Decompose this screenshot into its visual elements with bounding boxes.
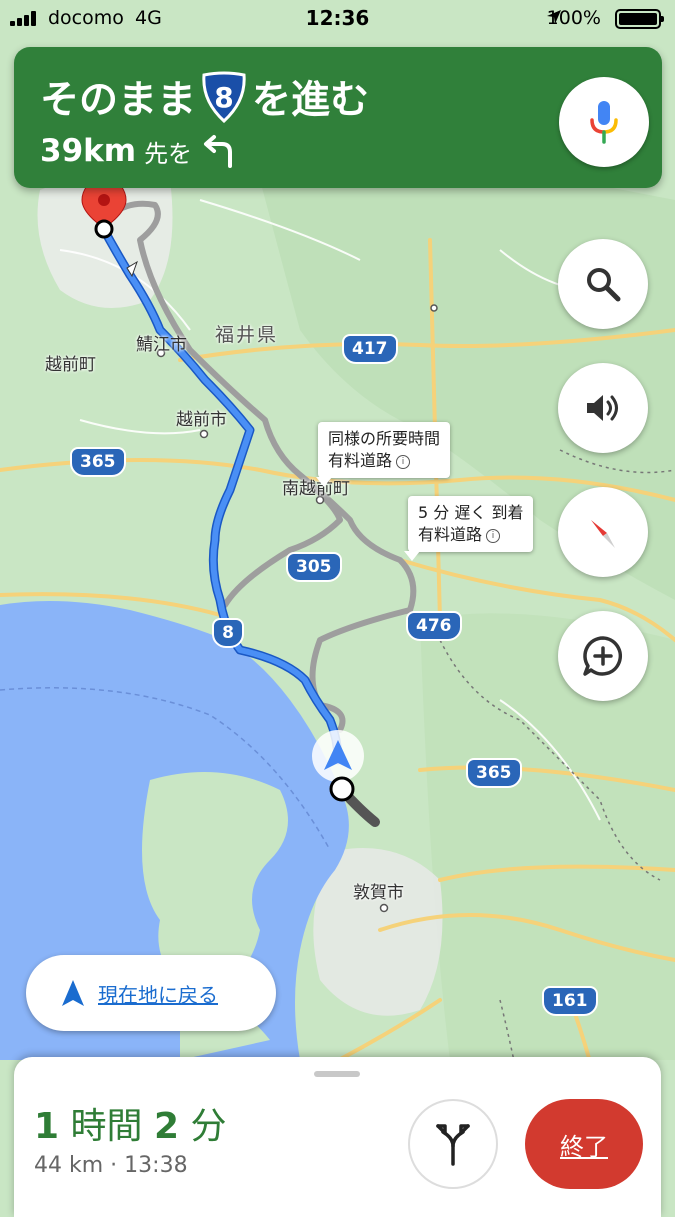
map-label-echizen-shi: 越前市 [176,410,227,430]
arrival-time: 13:38 [124,1153,188,1178]
route-8-shield-icon: 8 [200,71,248,123]
compass-button[interactable] [558,487,648,577]
search-icon [587,268,621,302]
compass-icon [591,520,615,548]
battery-percent: 100% [546,7,601,29]
trip-details: 44 km · 13:38 [34,1153,188,1178]
exit-navigation-button[interactable]: 終了 [525,1099,643,1189]
instruction-suffix: を進む [252,78,370,123]
instruction-prefix: そのまま [40,78,197,123]
route-shield-305: 305 [286,552,342,582]
map-label-prefecture: 福井県 [215,324,279,346]
route-shield-476: 476 [406,611,462,641]
add-report-button[interactable] [558,611,648,701]
sound-toggle-button[interactable] [558,363,648,453]
alt-route-1-time: 同様の所要時間 [328,429,441,448]
drag-handle[interactable] [314,1071,360,1077]
minutes-unit: 分 [190,1106,227,1147]
remaining-time: 1 時間 2 分 [34,1097,227,1149]
navigation-arrow-icon [62,980,84,1006]
alt-route-1-toll: 有料道路 [328,451,393,470]
search-along-route-button[interactable] [558,239,648,329]
alt-route-callout-2[interactable]: 5 分 遅く 到着 有料道路 i [404,496,534,561]
remaining-hours: 1 [34,1106,60,1147]
alt-route-2-time: 5 分 遅く 到着 [418,503,524,522]
route-shield-161: 161 [542,986,598,1016]
route-shield-417: 417 [342,334,398,364]
recenter-button[interactable]: 現在地に戻る [26,955,276,1031]
remaining-distance: 44 km [34,1153,104,1178]
trip-summary-sheet[interactable]: 1 時間 2 分 44 km · 13:38 終了 [14,1057,661,1217]
add-report-icon [583,636,623,676]
next-turn-distance: 39km [40,133,137,169]
remaining-minutes: 2 [153,1106,180,1147]
route-shield-8: 8 [212,618,244,648]
alternate-routes-button[interactable] [408,1099,498,1189]
route-8-shield-number: 8 [214,81,233,114]
route-shield-365: 365 [70,447,126,477]
map-label-tsuruga: 敦賀市 [353,883,404,903]
microphone-icon [590,101,618,144]
voice-search-button[interactable] [559,77,649,167]
separator-dot: · [110,1153,118,1178]
alt-route-callout-1[interactable]: 同様の所要時間 有料道路 i [316,422,451,487]
map-label-echizen-cho: 越前町 [45,355,96,375]
map-label-sabae: 鯖江市 [136,335,187,355]
next-turn-distance-suffix: 先を [144,139,193,168]
alternate-routes-icon [436,1124,470,1166]
turn-left-icon [204,135,233,168]
alt-route-2-toll: 有料道路 [418,525,483,544]
battery-icon [615,9,664,29]
recenter-label: 現在地に戻る [98,982,218,1007]
info-icon: i [486,528,501,543]
info-icon: i [396,454,411,469]
route-shield-365b: 365 [466,758,522,788]
speaker-icon [587,395,618,421]
navigation-banner[interactable]: そのまま 8 を進む 39km 先を [14,47,662,188]
status-bar: docomo 4G 12:36 100% [0,0,675,36]
hours-unit: 時間 [70,1106,143,1147]
